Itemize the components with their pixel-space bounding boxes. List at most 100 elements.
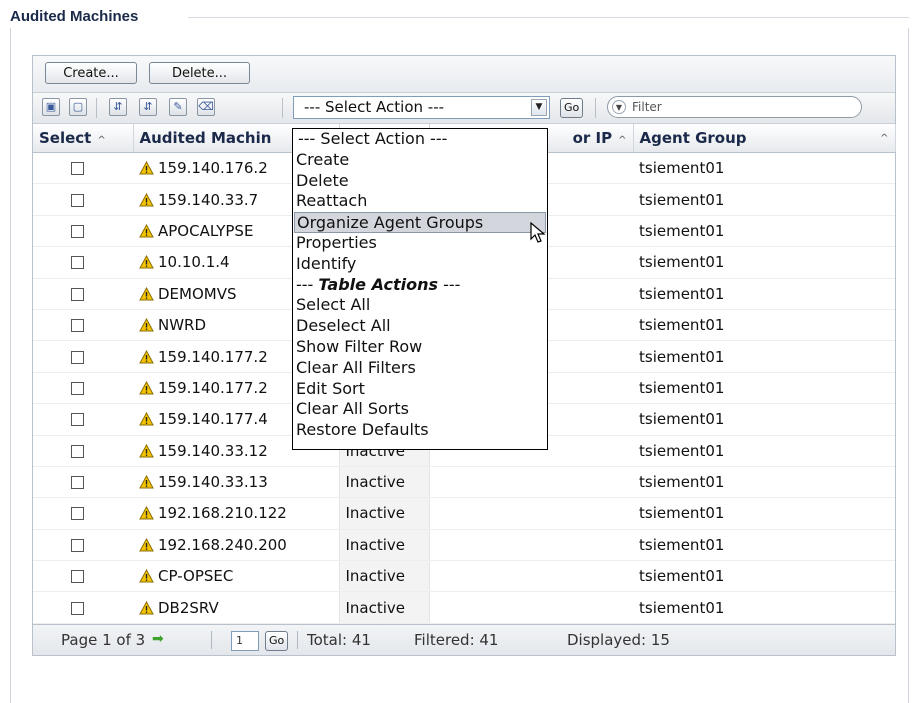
edit-sort-icon[interactable]: ✎	[169, 98, 187, 116]
row-checkbox[interactable]	[71, 224, 84, 238]
sort-icon[interactable]: ^	[880, 133, 888, 144]
agent-group-cell: tsiement01	[633, 560, 895, 593]
mouse-cursor-icon	[530, 222, 546, 243]
sort-icon[interactable]: ^	[97, 135, 105, 146]
row-checkbox[interactable]	[71, 350, 84, 364]
row-checkbox[interactable]	[71, 381, 84, 395]
row-checkbox[interactable]	[71, 319, 84, 333]
row-checkbox[interactable]	[71, 444, 84, 458]
menu-item[interactable]: Reattach	[293, 191, 547, 212]
machine-name: 159.140.33.7	[158, 190, 259, 209]
menu-item[interactable]: Delete	[293, 171, 547, 192]
toolbar-separator	[96, 98, 97, 118]
machine-cell: 192.168.210.122	[133, 497, 339, 530]
row-checkbox[interactable]	[71, 256, 84, 270]
column-header-select[interactable]: Select ^	[33, 124, 134, 153]
menu-item[interactable]: Edit Sort	[293, 379, 547, 400]
menu-item[interactable]: Create	[293, 150, 547, 171]
sort-icon[interactable]: ^	[618, 135, 626, 146]
machine-name: 10.10.1.4	[158, 253, 230, 272]
agent-group-cell: tsiement01	[633, 435, 895, 467]
page-number-input[interactable]: 1	[231, 630, 259, 651]
machine-name: 159.140.176.2	[158, 159, 268, 178]
menu-item[interactable]: Show Filter Row	[293, 337, 547, 358]
row-select-cell	[33, 560, 133, 593]
menu-item[interactable]: Select All	[293, 295, 547, 316]
menu-item[interactable]: Identify	[293, 254, 547, 275]
create-button[interactable]: Create...	[45, 62, 137, 84]
delete-button[interactable]: Delete...	[149, 62, 250, 84]
table-row[interactable]: 192.168.210.122 Inactive tsiement01	[33, 497, 895, 530]
agent-group-cell: tsiement01	[633, 246, 895, 279]
table-row[interactable]: CP-OPSEC Inactive tsiement01	[33, 560, 895, 593]
agent-group-cell: tsiement01	[633, 591, 895, 624]
row-select-cell	[33, 215, 133, 248]
machine-name: 192.168.240.200	[158, 535, 287, 554]
menu-item[interactable]: Organize Agent Groups	[294, 212, 546, 233]
filter-input[interactable]: ▼ Filter	[607, 96, 862, 118]
row-checkbox[interactable]	[71, 413, 84, 427]
menu-item[interactable]: Properties	[293, 233, 547, 254]
warning-icon	[139, 380, 154, 395]
warning-icon	[139, 318, 154, 332]
agent-group-cell: tsiement01	[633, 278, 895, 310]
deselect-all-icon[interactable]: ▢	[69, 98, 87, 116]
page-indicator: Page 1 of 3	[61, 630, 146, 649]
warning-icon	[139, 537, 154, 552]
row-checkbox[interactable]	[71, 193, 84, 207]
total-count: Total: 41	[307, 630, 371, 649]
machine-name: CP-OPSEC	[158, 567, 234, 586]
row-checkbox[interactable]	[71, 476, 84, 490]
row-select-cell	[33, 278, 133, 310]
row-select-cell	[33, 591, 133, 624]
page-go-button[interactable]: Go	[265, 630, 289, 651]
select-all-icon[interactable]: ▣	[42, 98, 60, 116]
warning-icon	[139, 569, 154, 583]
agent-group-cell: tsiement01	[633, 215, 895, 248]
row-select-cell	[33, 497, 133, 530]
row-select-cell	[33, 466, 133, 499]
displayed-count: Displayed: 15	[567, 630, 670, 649]
pagination-bar: Page 1 of 3 ➡ 1 Go Total: 41 Filtered: 4…	[33, 623, 895, 655]
table-row[interactable]: 159.140.33.13 Inactive tsiement01	[33, 466, 895, 499]
menu-item[interactable]: Clear All Sorts	[293, 399, 547, 420]
machine-name: 159.140.33.13	[158, 473, 268, 492]
machine-cell: 159.140.33.13	[133, 466, 339, 499]
warning-icon	[139, 349, 154, 364]
toolbar-separator	[282, 98, 283, 118]
row-checkbox[interactable]	[71, 162, 84, 176]
menu-header: --- Select Action ---	[298, 129, 448, 148]
table-row[interactable]: 192.168.240.200 Inactive tsiement01	[33, 529, 895, 562]
next-page-icon[interactable]: ➡	[152, 631, 164, 647]
warning-icon	[139, 506, 154, 520]
table-row[interactable]: DB2SRV Inactive tsiement01	[33, 591, 895, 624]
menu-item[interactable]: Clear All Filters	[293, 358, 547, 379]
select-action-value: --- Select Action ---	[304, 98, 445, 116]
menu-item[interactable]: Restore Defaults	[293, 420, 547, 441]
filter-menu-icon[interactable]: ▼	[612, 100, 626, 114]
warning-icon	[139, 443, 154, 458]
row-checkbox[interactable]	[71, 287, 84, 301]
row-checkbox[interactable]	[71, 507, 84, 521]
warning-icon	[139, 286, 154, 301]
row-checkbox[interactable]	[71, 601, 84, 615]
row-checkbox[interactable]	[71, 570, 84, 584]
agent-group-cell: tsiement01	[633, 340, 895, 373]
action-go-button[interactable]: Go	[560, 98, 584, 118]
select-action-dropdown[interactable]: --- Select Action --- ▼	[293, 96, 550, 119]
menu-item[interactable]: Deselect All	[293, 316, 547, 337]
show-filter-icon[interactable]: ⇵	[109, 98, 127, 116]
chevron-down-icon[interactable]: ▼	[531, 99, 547, 116]
warning-icon	[139, 192, 154, 207]
machine-name: 159.140.177.4	[158, 410, 268, 429]
name-or-ip-cell	[429, 497, 633, 530]
column-header-agent-group[interactable]: Agent Group ^	[633, 124, 896, 153]
machine-name: DB2SRV	[158, 598, 219, 617]
clear-sort-icon[interactable]: ⌫	[197, 98, 215, 116]
agent-group-cell: tsiement01	[633, 152, 895, 185]
row-select-cell	[33, 403, 133, 436]
row-checkbox[interactable]	[71, 538, 84, 552]
agent-group-cell: tsiement01	[633, 466, 895, 499]
agent-group-cell: tsiement01	[633, 309, 895, 342]
clear-filter-icon[interactable]: ⇵	[139, 98, 157, 116]
